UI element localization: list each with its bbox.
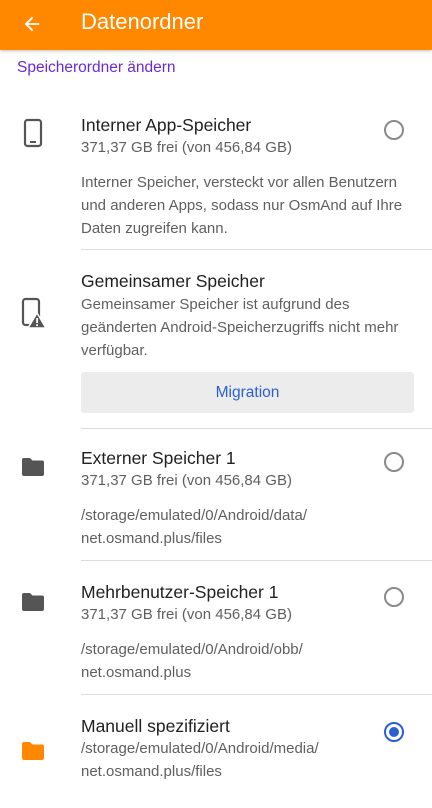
storage-path-external-line2: net.osmand.plus/files [81, 530, 222, 547]
storage-free-multiuser: 371,37 GB frei (von 456,84 GB) [81, 606, 292, 623]
folder-icon [18, 452, 48, 482]
phone-warning-icon [18, 297, 48, 329]
page-title: Datenordner [81, 9, 204, 34]
section-header: Speicherordner ändern [17, 59, 176, 76]
phone-icon [18, 118, 48, 148]
storage-path-manual-line2: net.osmand.plus/files [81, 763, 222, 780]
radio-external[interactable] [384, 452, 404, 472]
back-button[interactable] [14, 6, 50, 42]
storage-free-external: 371,37 GB frei (von 456,84 GB) [81, 472, 292, 489]
storage-path-manual-line1: /storage/emulated/0/Android/media/ [81, 740, 319, 757]
radio-manual[interactable] [384, 722, 404, 742]
storage-path-multiuser-line2: net.osmand.plus [81, 664, 192, 681]
app-bar: Datenordner [0, 0, 432, 50]
storage-description-internal: Interner Speicher, versteckt vor allen B… [81, 174, 403, 237]
storage-free-internal: 371,37 GB frei (von 456,84 GB) [81, 139, 292, 156]
storage-title-multiuser: Mehrbenutzer-Speicher 1 [81, 582, 279, 602]
storage-title-manual: Manuell spezifiziert [81, 716, 230, 736]
arrow-left-icon [24, 16, 40, 32]
folder-icon [18, 587, 48, 617]
radio-multiuser[interactable] [384, 587, 404, 607]
divider [81, 249, 432, 250]
storage-path-multiuser-line1: /storage/emulated/0/Android/obb/ [81, 641, 303, 658]
storage-title-shared: Gemeinsamer Speicher [81, 271, 265, 291]
storage-path-external-line1: /storage/emulated/0/Android/data/ [81, 507, 307, 524]
storage-description-shared: Gemeinsamer Speicher ist aufgrund des ge… [81, 296, 399, 359]
storage-title-internal: Interner App-Speicher [81, 115, 252, 135]
radio-internal[interactable] [384, 120, 404, 140]
migration-button[interactable]: Migration [81, 372, 414, 413]
folder-icon [18, 736, 48, 766]
storage-title-external: Externer Speicher 1 [81, 448, 236, 468]
